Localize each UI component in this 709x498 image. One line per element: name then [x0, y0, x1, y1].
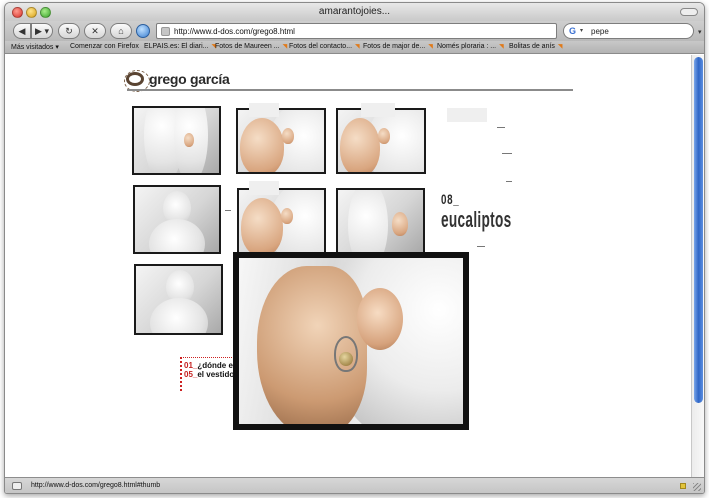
rss-feed-icon: ◥ [428, 44, 433, 50]
face-shape [241, 198, 283, 252]
bookmark-item[interactable]: Fotos del contacto... ◥ [289, 43, 360, 50]
status-text: http://www.d-dos.com/grego8.html#thumb [31, 482, 161, 489]
security-indicator-icon[interactable] [680, 483, 686, 489]
hand-shape [184, 133, 194, 147]
search-input[interactable]: G ▾ pepe [563, 23, 694, 39]
thumbnail-bust[interactable] [133, 185, 221, 254]
arm-shape [348, 190, 388, 252]
rss-feed-icon: ◥ [282, 44, 288, 50]
bookmarks-bar: Más visitados ▾ Comenzar con Firefox ELP… [5, 41, 704, 54]
site-logo[interactable]: grego garcía [124, 70, 230, 92]
thumbnail-arm[interactable] [336, 188, 425, 254]
decorative-scribble [477, 246, 485, 247]
enlarged-photo[interactable] [233, 252, 469, 430]
series-name: eucaliptos [441, 207, 512, 232]
stop-button[interactable]: ✕ [84, 23, 106, 39]
window-title: amarantojoies... [318, 6, 391, 17]
hand-shape [392, 212, 408, 236]
home-icon: ⌂ [118, 26, 124, 36]
ring-logo-icon [124, 70, 150, 92]
thumbnail-legs[interactable] [132, 106, 221, 175]
bookmark-item[interactable]: Bolitas de anís ◥ [509, 43, 563, 50]
forward-button[interactable]: ▶ ▾ [31, 23, 53, 39]
page-content: grego garcía 08_ eucaliptos 01_¿dónde es… [5, 55, 691, 477]
face-shape [340, 118, 380, 172]
back-arrow-icon: ◀ [18, 25, 26, 36]
navigation-toolbar: ◀ ▶ ▾ ↻ ✕ ⌂ http://www.d-dos.com/grego8.… [5, 21, 704, 41]
torso-shape [150, 298, 208, 333]
bookmark-item[interactable]: Más visitados ▾ [11, 43, 59, 51]
resize-grip-icon[interactable] [693, 483, 701, 491]
faded-overlay [249, 103, 279, 117]
url-bar[interactable]: http://www.d-dos.com/grego8.html ☆ ▾ [156, 23, 702, 39]
bookmark-item[interactable]: Comenzar con Firefox [70, 43, 139, 50]
faded-overlay [447, 108, 487, 122]
bookmark-item[interactable]: Només ploraria : ... ◥ [437, 43, 504, 50]
earring-stone-shape [339, 352, 353, 366]
site-name: grego garcía [149, 71, 230, 87]
decorative-scribble [497, 127, 505, 128]
search-engine-dropdown-icon[interactable]: ▾ [580, 27, 583, 34]
series-number: 08_ [441, 191, 460, 207]
home-button[interactable]: ⌂ [110, 23, 132, 39]
ear-shape [378, 128, 390, 144]
stop-icon: ✕ [91, 25, 99, 36]
faded-overlay [361, 103, 395, 117]
back-button[interactable]: ◀ [13, 23, 31, 39]
bookmark-item[interactable]: Fotos de Maureen ... ◥ [215, 43, 287, 50]
browser-window: amarantojoies... ◀ ▶ ▾ ↻ ✕ ⌂ http://www.… [4, 2, 705, 494]
thumbnail-necklace[interactable] [134, 264, 223, 335]
ear-shape [357, 288, 403, 350]
decorative-scribble [506, 181, 512, 182]
status-bar: http://www.d-dos.com/grego8.html#thumb [5, 477, 704, 493]
rss-feed-icon: ◥ [499, 44, 504, 50]
faded-overlay [249, 181, 279, 195]
toolbar-toggle-button[interactable] [680, 8, 698, 16]
thumbnail-ear-profile[interactable] [236, 108, 326, 174]
ear-shape [282, 128, 294, 144]
scrollbar-thumb[interactable] [694, 57, 703, 403]
rss-feed-icon: ◥ [355, 44, 360, 50]
ear-shape [281, 208, 293, 224]
rss-feed-icon: ◥ [557, 44, 563, 50]
url-history-dropdown-icon[interactable]: ▾ [698, 28, 702, 36]
decorative-scribble [502, 153, 512, 154]
decorative-scribble [225, 210, 231, 211]
reload-icon: ↻ [65, 25, 73, 36]
page-status-icon [12, 482, 22, 490]
google-search-engine-icon[interactable]: G [569, 26, 576, 36]
torso-shape [149, 219, 205, 252]
header-divider [127, 89, 573, 91]
title-bar: amarantojoies... [5, 3, 704, 21]
url-text: http://www.d-dos.com/grego8.html [174, 27, 295, 36]
forward-arrow-icon: ▶ ▾ [35, 25, 49, 36]
page-favicon-icon [161, 27, 170, 36]
face-shape [240, 118, 284, 172]
thumbnail-ear-closeup[interactable] [336, 108, 426, 174]
site-identity-icon[interactable] [136, 24, 150, 38]
vertical-scrollbar[interactable] [691, 55, 704, 477]
reload-button[interactable]: ↻ [58, 23, 80, 39]
thumbnail-ear-earring[interactable] [237, 188, 326, 254]
search-text: pepe [591, 27, 609, 36]
bookmark-item[interactable]: Fotos de major de... ◥ [363, 43, 433, 50]
bookmark-item[interactable]: ELPAIS.es: El diari... ◥ [144, 43, 216, 50]
